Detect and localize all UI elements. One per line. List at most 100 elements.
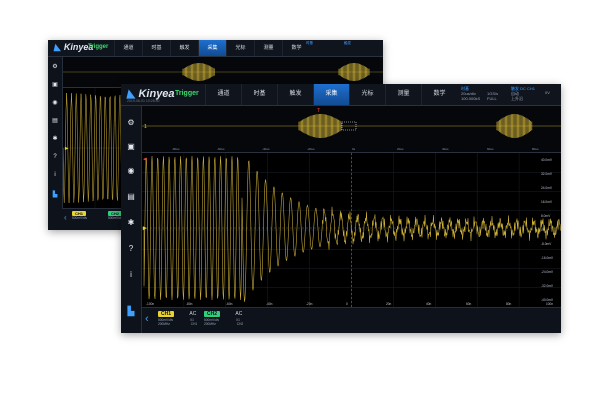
back-ch1-panel[interactable]: CH1 500mV/div	[72, 211, 87, 220]
back-menu-item[interactable]: 时基	[142, 40, 170, 56]
front-oscilloscope-window: ◣ Kinyea 2019-06-01 10:26:40 Trigger 通道 时…	[121, 84, 561, 333]
overview-trigger-marker: T	[317, 108, 320, 114]
y-axis-tick-label: 24.0mV	[541, 186, 553, 190]
back-timebase-label: 时基	[306, 41, 313, 45]
x-axis-tick-label: -20n	[306, 302, 313, 306]
front-acq-info: 1GS/s FULL	[487, 91, 498, 101]
x-axis-tick-label: -100n	[146, 302, 154, 306]
back-menu-item[interactable]: 光标	[226, 40, 254, 56]
save-icon[interactable]: ▣	[126, 142, 136, 152]
collapse-channel-icon[interactable]: ‹	[145, 313, 149, 325]
y-axis-tick-label: -8.0mV	[541, 242, 552, 246]
y-axis-tick-label: -32.0mV	[541, 284, 554, 288]
front-menu-timebase[interactable]: 时基	[241, 84, 277, 105]
x-axis-tick-label: -80n	[186, 302, 193, 306]
back-menu: 通道 时基 触发 采集 光标 测量 数学	[114, 40, 310, 56]
front-menu-cursor[interactable]: 光标	[349, 84, 385, 105]
mask-icon[interactable]: ◉	[51, 99, 59, 107]
y-axis-tick-label: -16.0mV	[541, 256, 554, 260]
display-icon[interactable]: ▤	[51, 117, 59, 125]
overview-tick-label: 20us	[397, 147, 404, 151]
ch2-tag: CH2	[204, 311, 221, 317]
trigger-level-marker[interactable]: ◂	[143, 156, 147, 163]
ch2-label: CH2	[236, 322, 244, 326]
ch2-coupling: AC	[235, 311, 243, 317]
y-axis-tick-label: 32.0mV	[541, 172, 553, 176]
back-trigger-info: 触发	[344, 41, 351, 46]
overview-tick-label: 60us	[487, 147, 494, 151]
front-menu-acquire[interactable]: 采集	[313, 84, 349, 105]
display-icon[interactable]: ▤	[126, 192, 136, 202]
overview-tick-label: -40us	[262, 147, 270, 151]
settings-icon[interactable]: ✱	[126, 218, 136, 228]
front-waveform-area: ▸ ◂ 40.0mV 32.0mV 24.0mV 16.0mV 8.0mV 0V -8.0mV -…	[142, 153, 561, 307]
front-timestamp: 2019-06-01 10:26:40	[127, 99, 160, 103]
back-menu-item[interactable]: 采集	[198, 40, 226, 56]
front-menu-trigger[interactable]: 触发	[277, 84, 313, 105]
back-menu-item[interactable]: 测量	[254, 40, 282, 56]
y-axis-tick-label: -24.0mV	[541, 270, 554, 274]
ch1-bw-row: 200MHz CH1	[158, 322, 197, 326]
front-timebase-info[interactable]: 时基 20us/div 100.000kS	[461, 86, 480, 101]
points-value: 100.000kS	[461, 96, 481, 101]
acq-mode: FULL	[487, 96, 497, 101]
back-timebase-info: 时基	[306, 41, 313, 46]
ch1-level-marker[interactable]: ▸	[142, 225, 147, 232]
overview-tick-label: 40us	[442, 147, 449, 151]
back-collapse-icon[interactable]: ‹	[64, 213, 67, 222]
front-topbar: ◣ Kinyea 2019-06-01 10:26:40 Trigger 通道 时…	[121, 84, 561, 106]
ch1-tag: CH1	[158, 311, 175, 317]
back-menu-item[interactable]: 通道	[114, 40, 142, 56]
help-icon[interactable]: ?	[51, 153, 59, 161]
front-waveform-svg: ▸◂ 40.0mV32.0mV24.0mV16.0mV8.0mV0V-8.0mV-…	[142, 153, 561, 307]
y-axis-tick-label: 8.0mV	[541, 214, 551, 218]
front-sidebar: ⚙ ▣ ◉ ▤ ✱ ? i ▙	[121, 106, 142, 333]
back-overview-svg	[63, 63, 383, 81]
trigger-edge: 上升沿	[511, 96, 523, 101]
ch1-bandwidth: 200MHz	[158, 322, 170, 326]
overview-tick-label: -80us	[172, 147, 180, 151]
logo-icon: ▙	[127, 306, 135, 316]
ch2-bw-row: 200MHz CH2	[204, 322, 243, 326]
overview-tick-label: -20us	[307, 147, 315, 151]
ch1-coupling: AC	[189, 311, 197, 317]
front-channel-bar: ‹ CH1 AC 500mV/div X1 200MHz CH1 CH2 AC …	[142, 307, 561, 333]
x-axis-tick-label: 100n	[546, 302, 553, 306]
x-axis-tick-label: 0	[346, 302, 348, 306]
front-menu-channel[interactable]: 通道	[205, 84, 241, 105]
trigger-channel: CH1	[527, 86, 536, 91]
ch1-panel[interactable]: CH1 AC 500mV/div X1 200MHz CH1	[158, 311, 197, 326]
ch2-bandwidth: 200MHz	[204, 322, 216, 326]
gear-icon[interactable]: ⚙	[126, 118, 136, 128]
back-overview-burst	[182, 63, 215, 81]
front-menu-measure[interactable]: 测量	[385, 84, 421, 105]
front-trigger-label: Trigger	[175, 90, 199, 97]
front-trigger-info[interactable]: 触发 DC CH1 自动 上升沿	[511, 86, 535, 101]
back-menu-item[interactable]: 触发	[170, 40, 198, 56]
help-icon[interactable]: ?	[126, 244, 136, 254]
back-sidebar: ⚙ ▣ ◉ ▤ ✱ ? i ▙	[48, 57, 63, 230]
x-axis-tick-label: -60n	[226, 302, 233, 306]
ch2-panel[interactable]: CH2 AC 500mV/div X1 200MHz CH2	[204, 311, 243, 326]
front-menu: 通道 时基 触发 采集 光标 测量 数学	[205, 84, 457, 105]
back-logo-icon: ◣	[54, 42, 61, 52]
trigger-level: 0V	[545, 90, 550, 95]
mask-icon[interactable]: ◉	[126, 166, 136, 176]
overview-tick-label: -60us	[217, 147, 225, 151]
back-trigger-label: Trigger	[88, 44, 109, 50]
front-menu-math[interactable]: 数学	[421, 84, 457, 105]
y-axis-tick-label: 16.0mV	[541, 200, 553, 204]
back-ch1-scale: 500mV/div	[72, 216, 88, 220]
save-icon[interactable]: ▣	[51, 81, 59, 89]
ch1-waveform-trace	[143, 155, 561, 302]
y-axis-tick-label: 40.0mV	[541, 158, 553, 162]
x-axis-tick-label: 60n	[466, 302, 472, 306]
settings-icon[interactable]: ✱	[51, 135, 59, 143]
back-ch1-marker: ▸	[64, 146, 69, 152]
gear-icon[interactable]: ⚙	[51, 63, 59, 71]
x-axis-tick-label: 80n	[506, 302, 512, 306]
front-overview-svg: 1 T -80us -60us -40us -20us 0s 20us 40us 60us 80us	[142, 108, 561, 151]
x-axis-tick-label: 40n	[426, 302, 432, 306]
info-icon[interactable]: i	[126, 270, 136, 280]
info-icon[interactable]: i	[51, 171, 59, 179]
